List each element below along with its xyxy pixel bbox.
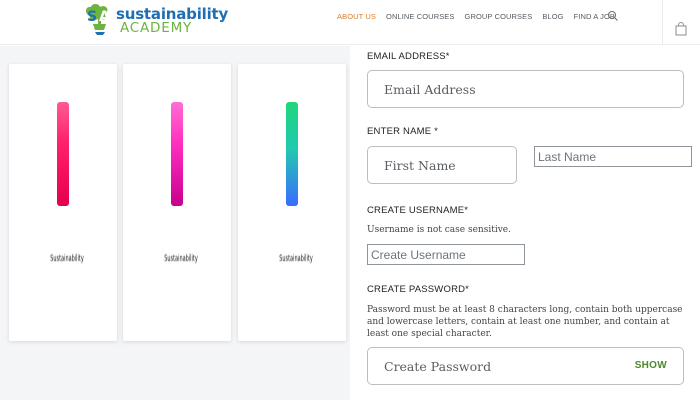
- email-placeholder: Email Address: [384, 82, 476, 97]
- brand-logo[interactable]: S A sustainability ACADEMY: [82, 2, 232, 42]
- course-card-name: Sustainability: [50, 254, 84, 264]
- username-field[interactable]: Create Username: [367, 244, 525, 265]
- password-field[interactable]: Create Password SHOW: [367, 347, 684, 385]
- first-name-field[interactable]: First Name: [367, 146, 517, 184]
- course-thumbnail: [286, 102, 298, 206]
- course-thumbnail: [171, 102, 183, 206]
- course-card-name: Sustainability: [279, 254, 313, 264]
- shopping-bag-icon[interactable]: [675, 22, 687, 36]
- svg-text:A: A: [99, 9, 110, 25]
- course-thumbnail: [57, 102, 69, 206]
- course-card[interactable]: Sustainability: [238, 64, 346, 341]
- email-field[interactable]: Email Address: [367, 70, 684, 108]
- main-nav: ABOUT US ONLINE COURSES GROUP COURSES BL…: [337, 12, 615, 21]
- search-icon[interactable]: [607, 10, 619, 22]
- password-label: CREATE PASSWORD*: [367, 284, 470, 295]
- nav-item-group-courses[interactable]: GROUP COURSES: [465, 12, 533, 21]
- site-header: S A sustainability ACADEMY ABOUT US ONLI…: [0, 0, 700, 45]
- first-name-placeholder: First Name: [384, 158, 456, 173]
- course-card[interactable]: Sustainability: [123, 64, 231, 341]
- logo-tree-icon: S A: [85, 4, 110, 35]
- course-card-name: Sustainability: [164, 254, 198, 264]
- nav-item-about-us[interactable]: ABOUT US: [337, 12, 376, 21]
- email-label: EMAIL ADDRESS*: [367, 51, 450, 62]
- logo-text-secondary: ACADEMY: [120, 20, 193, 36]
- header-divider: [662, 0, 663, 45]
- nav-item-online-courses[interactable]: ONLINE COURSES: [386, 12, 455, 21]
- last-name-placeholder: Last Name: [538, 150, 597, 164]
- username-placeholder: Create Username: [371, 248, 466, 262]
- last-name-field[interactable]: Last Name: [534, 146, 692, 167]
- username-label: CREATE USERNAME*: [367, 205, 469, 216]
- nav-item-blog[interactable]: BLOG: [542, 12, 563, 21]
- course-card[interactable]: Sustainability: [9, 64, 117, 341]
- svg-text:S: S: [87, 9, 97, 25]
- username-hint: Username is not case sensitive.: [367, 225, 511, 235]
- signup-form: EMAIL ADDRESS* Email Address ENTER NAME …: [350, 46, 700, 400]
- password-placeholder: Create Password: [384, 359, 492, 374]
- password-hint: Password must be at least 8 characters l…: [367, 305, 683, 339]
- show-password-button[interactable]: SHOW: [635, 360, 667, 371]
- name-label: ENTER NAME *: [367, 126, 439, 137]
